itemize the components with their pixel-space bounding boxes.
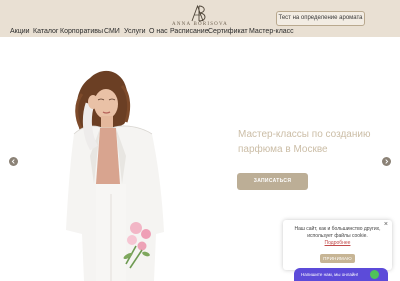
nav-item-corporate[interactable]: Корпоративы (60, 26, 103, 37)
nav-item-about[interactable]: О нас (149, 26, 168, 37)
chat-icon (370, 270, 379, 279)
chat-widget[interactable]: Напишите нам, мы онлайн! (294, 268, 388, 281)
nav-item-services[interactable]: Услуги (124, 26, 146, 37)
nav-item-promotions[interactable]: Акции (10, 26, 30, 37)
hero-photo (66, 70, 164, 281)
hero-title: Мастер-классы по созданию парфюма в Моск… (238, 129, 371, 155)
cookie-message: Наш сайт, как и большинство других, испо… (294, 226, 381, 239)
cookie-accept-button[interactable]: ПРИНИМАЮ (320, 254, 355, 263)
chat-label: Напишите нам, мы онлайн! (301, 272, 359, 277)
site-header: ANNA BORISOVA Тест на определение аромат… (0, 0, 400, 37)
chevron-right-icon (385, 159, 389, 164)
signup-button[interactable]: ЗАПИСАТЬСЯ (237, 173, 308, 190)
aroma-test-button[interactable]: Тест на определение аромата (276, 11, 365, 26)
chevron-left-icon (11, 159, 15, 164)
nav-item-schedule[interactable]: Расписание (170, 26, 209, 37)
nav-item-media[interactable]: СМИ (104, 26, 120, 37)
logo-monogram-icon (191, 4, 206, 22)
cookie-more-link[interactable]: Подробнее (289, 240, 386, 247)
nav-item-catalog[interactable]: Каталог (33, 26, 58, 37)
cookie-banner: × Наш сайт, как и большинство других, ис… (283, 220, 392, 270)
slider-next-button[interactable] (382, 157, 391, 166)
main-nav: Акции Каталог Корпоративы СМИ Услуги О н… (0, 26, 400, 37)
nav-item-masterclass[interactable]: Мастер-класс (249, 26, 294, 37)
nav-item-certificate[interactable]: Сертификат (208, 26, 248, 37)
slider-prev-button[interactable] (9, 157, 18, 166)
